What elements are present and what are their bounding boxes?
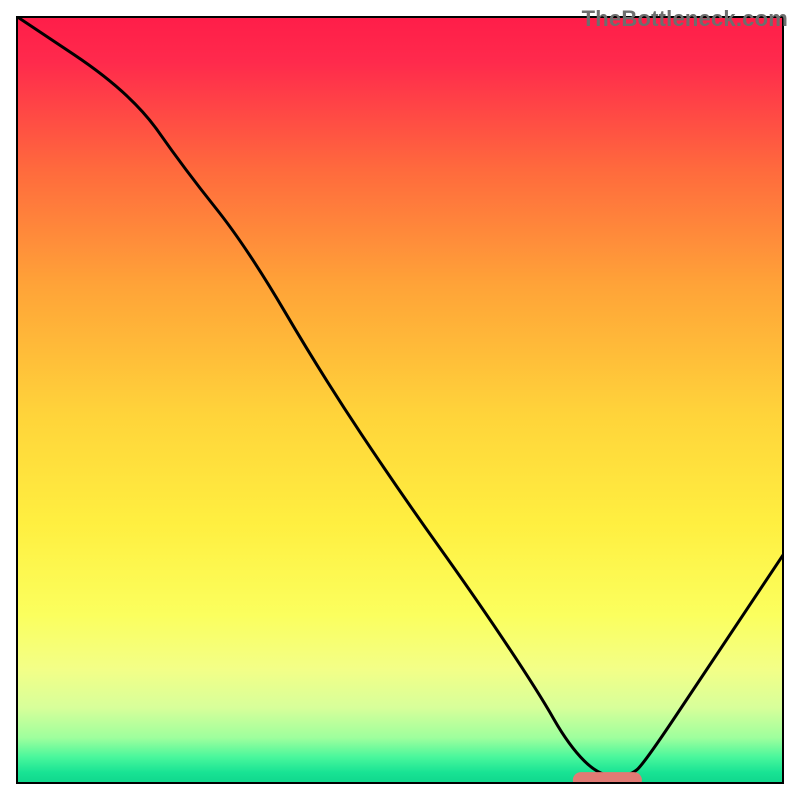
watermark-label: TheBottleneck.com	[582, 6, 788, 32]
gradient-background	[16, 16, 784, 784]
bottleneck-chart: TheBottleneck.com	[0, 0, 800, 800]
chart-plot	[16, 16, 784, 784]
